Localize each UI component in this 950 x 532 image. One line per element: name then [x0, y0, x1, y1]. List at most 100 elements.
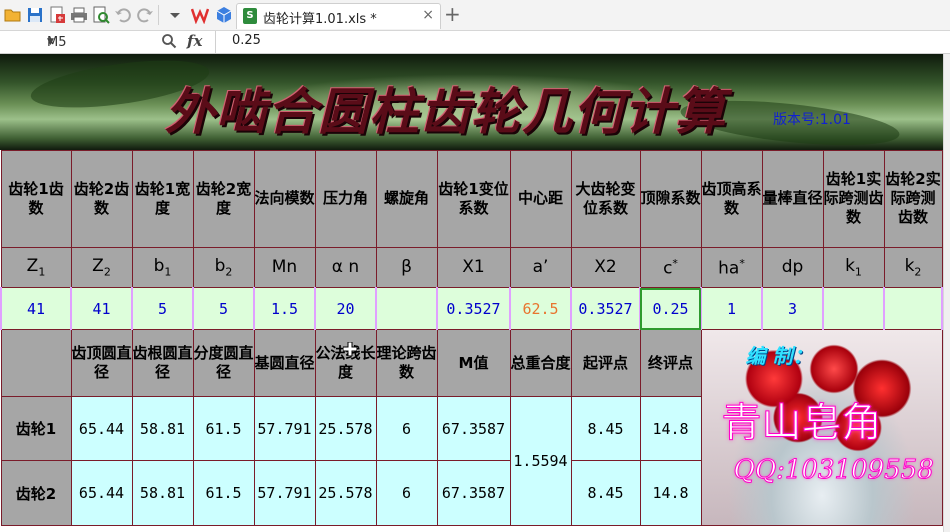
new-tab-button[interactable]: + [444, 3, 461, 25]
gear2-pitch-diameter[interactable]: 61.5 [192, 460, 255, 526]
symbol-subscript: 2 [914, 265, 922, 279]
redo-icon[interactable] [136, 6, 154, 24]
header-center-distance: 中心距 [509, 150, 572, 248]
symbol-alpha-n: α n [314, 246, 377, 289]
header-clearance: 顶隙系数 [639, 150, 702, 248]
symbol-dp: dp [761, 246, 824, 289]
chevron-down-icon[interactable]: ▼ [47, 33, 121, 52]
spreadsheet-file-icon: S [243, 8, 257, 24]
gear2-span-length[interactable]: 25.578 [314, 460, 377, 526]
header-z1: 齿轮1齿数 [0, 150, 72, 248]
author-promo-image: 编 制： 青山皂角 QQ:103109558 [700, 329, 943, 526]
gear-calculation-sheet: 齿轮1齿数 齿轮2齿数 齿轮1宽度 齿轮2宽度 法向模数 压力角 螺旋角 齿轮1… [0, 150, 943, 527]
header-b2: 齿轮2宽度 [192, 150, 255, 248]
gear1-pitch-diameter[interactable]: 61.5 [192, 395, 255, 462]
symbol-subscript: 2 [103, 265, 111, 279]
input-z1[interactable]: 41 [0, 287, 72, 331]
gear2-m-value[interactable]: 67.3587 [436, 460, 511, 526]
result-header-end-point: 终评点 [639, 329, 702, 397]
symbol-text: b [214, 256, 226, 277]
save-as-icon[interactable] [48, 6, 66, 24]
gear2-end-point[interactable]: 14.8 [639, 460, 702, 526]
gear1-root-diameter[interactable]: 58.81 [131, 395, 194, 462]
input-z2[interactable]: 41 [70, 287, 133, 331]
input-addendum[interactable]: 1 [700, 287, 763, 331]
gear1-span-teeth[interactable]: 6 [375, 395, 438, 462]
tab-workbook[interactable]: S 齿轮计算1.01.xls * × [236, 3, 441, 29]
dropdown-icon[interactable] [166, 6, 184, 24]
page-title: 外啮合圆柱齿轮几何计算 [165, 82, 726, 141]
result-header-tip-diameter: 齿顶圆直径 [70, 329, 133, 397]
vertical-scrollbar[interactable] [943, 54, 950, 532]
header-mn: 法向模数 [253, 150, 316, 248]
author-name: 青山皂角 [721, 400, 882, 447]
gear2-start-point[interactable]: 8.45 [570, 460, 641, 526]
input-k1[interactable] [822, 287, 885, 331]
function-button[interactable]: fx [187, 32, 202, 50]
gear2-root-diameter[interactable]: 58.81 [131, 460, 194, 526]
input-k2[interactable] [883, 287, 943, 331]
symbol-x2: X2 [570, 246, 641, 289]
symbol-k1: k1 [822, 246, 885, 289]
symbol-x1: X1 [436, 246, 511, 289]
open-folder-icon[interactable] [4, 6, 22, 24]
input-pin-diameter[interactable]: 3 [761, 287, 824, 331]
header-x2: 大齿轮变位系数 [570, 150, 641, 248]
result-header-corner [0, 329, 72, 397]
gear1-end-point[interactable]: 14.8 [639, 395, 702, 462]
print-icon[interactable] [70, 6, 88, 24]
result-header-root-diameter: 齿根圆直径 [131, 329, 194, 397]
symbol-text: k [845, 256, 855, 277]
crosshair-cursor-icon [343, 342, 357, 356]
total-contact-ratio[interactable]: 1.5594 [509, 395, 572, 527]
toolbar: S 齿轮计算1.01.xls * × + [0, 0, 950, 31]
result-header-m-value: M值 [436, 329, 511, 397]
header-k2: 齿轮2实际跨测齿数 [883, 150, 943, 248]
gear2-span-teeth[interactable]: 6 [375, 460, 438, 526]
input-mn[interactable]: 1.5 [253, 287, 316, 331]
header-b1: 齿轮1宽度 [131, 150, 194, 248]
input-clearance-selected[interactable]: 0.25 [639, 287, 702, 331]
symbol-b2: b2 [192, 246, 255, 289]
gear1-span-length[interactable]: 25.578 [314, 395, 377, 462]
symbol-text: Z [26, 256, 39, 277]
symbol-subscript: 2 [225, 265, 233, 279]
input-x1[interactable]: 0.3527 [436, 287, 511, 331]
input-x2[interactable]: 0.3527 [570, 287, 641, 331]
symbol-subscript: 1 [164, 265, 172, 279]
symbol-z1: Z1 [0, 246, 72, 289]
symbol-subscript: 1 [854, 265, 862, 279]
result-header-span-teeth: 理论跨齿数 [375, 329, 438, 397]
formula-input[interactable]: 0.25 [232, 33, 261, 48]
undo-icon[interactable] [114, 6, 132, 24]
print-preview-icon[interactable] [92, 6, 110, 24]
name-box[interactable]: M5 ▼ [2, 32, 124, 53]
symbol-beta: β [375, 246, 438, 289]
result-header-pitch-diameter: 分度圆直径 [192, 329, 255, 397]
header-x1: 齿轮1变位系数 [436, 150, 511, 248]
gear1-m-value[interactable]: 67.3587 [436, 395, 511, 462]
search-icon[interactable] [161, 33, 177, 49]
gear1-tip-diameter[interactable]: 65.44 [70, 395, 133, 462]
formula-bar: M5 ▼ fx 0.25 [0, 31, 950, 54]
tab-close-button[interactable]: × [422, 7, 434, 23]
gear2-base-diameter[interactable]: 57.791 [253, 460, 316, 526]
cube-icon[interactable] [215, 6, 233, 24]
input-center-distance[interactable]: 62.5 [509, 287, 572, 331]
symbol-text: k [904, 256, 915, 277]
wps-logo-icon[interactable] [191, 6, 209, 24]
gear1-base-diameter[interactable]: 57.791 [253, 395, 316, 462]
input-b1[interactable]: 5 [131, 287, 194, 331]
input-b2[interactable]: 5 [192, 287, 255, 331]
title-banner: 外啮合圆柱齿轮几何计算 版本号:1.01 [0, 54, 943, 150]
save-icon[interactable] [26, 6, 44, 24]
gear2-tip-diameter[interactable]: 65.44 [70, 460, 133, 526]
symbol-a-prime: a’ [509, 246, 572, 289]
header-pin-diameter: 量棒直径 [761, 150, 824, 248]
input-helix-angle[interactable] [375, 287, 438, 331]
author-label: 编 制： [745, 344, 813, 369]
result-header-row: 齿顶圆直径 齿根圆直径 分度圆直径 基圆直径 公法线长度 理论跨齿数 M值 总重… [0, 329, 943, 526]
input-pressure-angle[interactable]: 20 [314, 287, 377, 331]
row-label-gear1: 齿轮1 [0, 395, 72, 462]
gear1-start-point[interactable]: 8.45 [570, 395, 641, 462]
